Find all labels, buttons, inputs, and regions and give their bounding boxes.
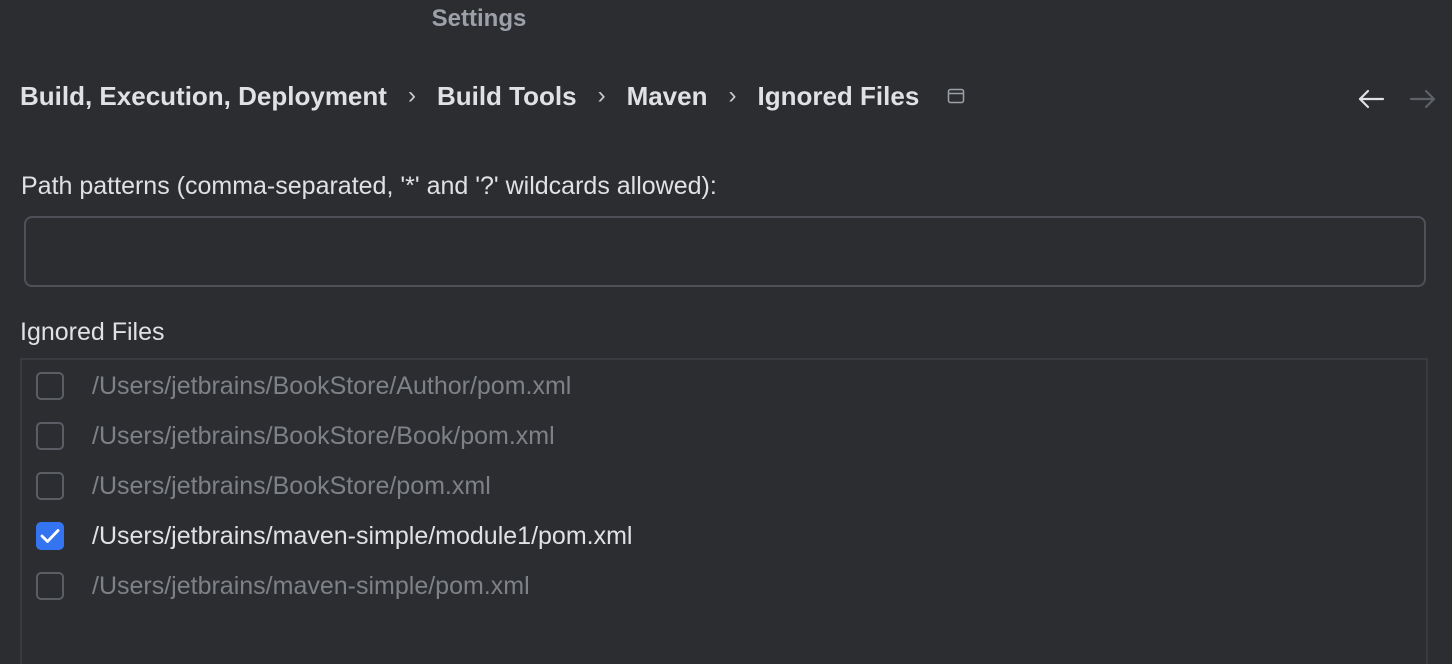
- ignored-files-label: Ignored Files: [20, 318, 165, 346]
- breadcrumb-maven[interactable]: Maven: [627, 81, 708, 112]
- arrow-left-icon: [1358, 89, 1385, 109]
- title-bar: Settings: [0, 0, 958, 40]
- list-item[interactable]: /Users/jetbrains/BookStore/Book/pom.xml: [22, 411, 1426, 461]
- back-button[interactable]: [1356, 84, 1386, 114]
- checkbox[interactable]: [36, 522, 64, 550]
- breadcrumb-separator: ›: [597, 82, 606, 109]
- window-title: Settings: [431, 5, 527, 32]
- settings-window: Settings Build, Execution, Deployment › …: [0, 0, 1452, 664]
- file-path: /Users/jetbrains/maven-simple/module1/po…: [92, 521, 633, 550]
- arrow-right-icon: [1409, 89, 1436, 109]
- file-path: /Users/jetbrains/maven-simple/pom.xml: [92, 571, 530, 600]
- breadcrumb-build-execution-deployment[interactable]: Build, Execution, Deployment: [20, 81, 387, 112]
- ignored-files-list[interactable]: /Users/jetbrains/BookStore/Author/pom.xm…: [20, 358, 1428, 664]
- window-icon[interactable]: [947, 87, 965, 105]
- breadcrumb: Build, Execution, Deployment › Build Too…: [20, 76, 965, 116]
- file-path: /Users/jetbrains/BookStore/Book/pom.xml: [92, 421, 555, 450]
- checkbox[interactable]: [36, 472, 64, 500]
- list-item[interactable]: /Users/jetbrains/BookStore/pom.xml: [22, 461, 1426, 511]
- breadcrumb-separator: ›: [407, 82, 416, 109]
- path-patterns-input[interactable]: [24, 216, 1426, 287]
- breadcrumb-ignored-files: Ignored Files: [757, 80, 920, 111]
- forward-button[interactable]: [1408, 84, 1438, 114]
- checkbox[interactable]: [36, 372, 64, 400]
- list-item[interactable]: /Users/jetbrains/maven-simple/pom.xml: [22, 561, 1426, 611]
- checkbox[interactable]: [36, 572, 64, 600]
- checkbox[interactable]: [36, 422, 64, 450]
- list-item[interactable]: /Users/jetbrains/BookStore/Author/pom.xm…: [22, 361, 1426, 411]
- breadcrumb-separator: ›: [728, 82, 737, 109]
- path-patterns-label: Path patterns (comma-separated, '*' and …: [21, 172, 717, 200]
- file-path: /Users/jetbrains/BookStore/Author/pom.xm…: [92, 371, 572, 400]
- list-item[interactable]: /Users/jetbrains/maven-simple/module1/po…: [22, 511, 1426, 561]
- checkmark-icon: [40, 529, 60, 543]
- navigation-arrows: [1356, 84, 1438, 114]
- file-path: /Users/jetbrains/BookStore/pom.xml: [92, 471, 491, 500]
- breadcrumb-build-tools[interactable]: Build Tools: [437, 81, 577, 112]
